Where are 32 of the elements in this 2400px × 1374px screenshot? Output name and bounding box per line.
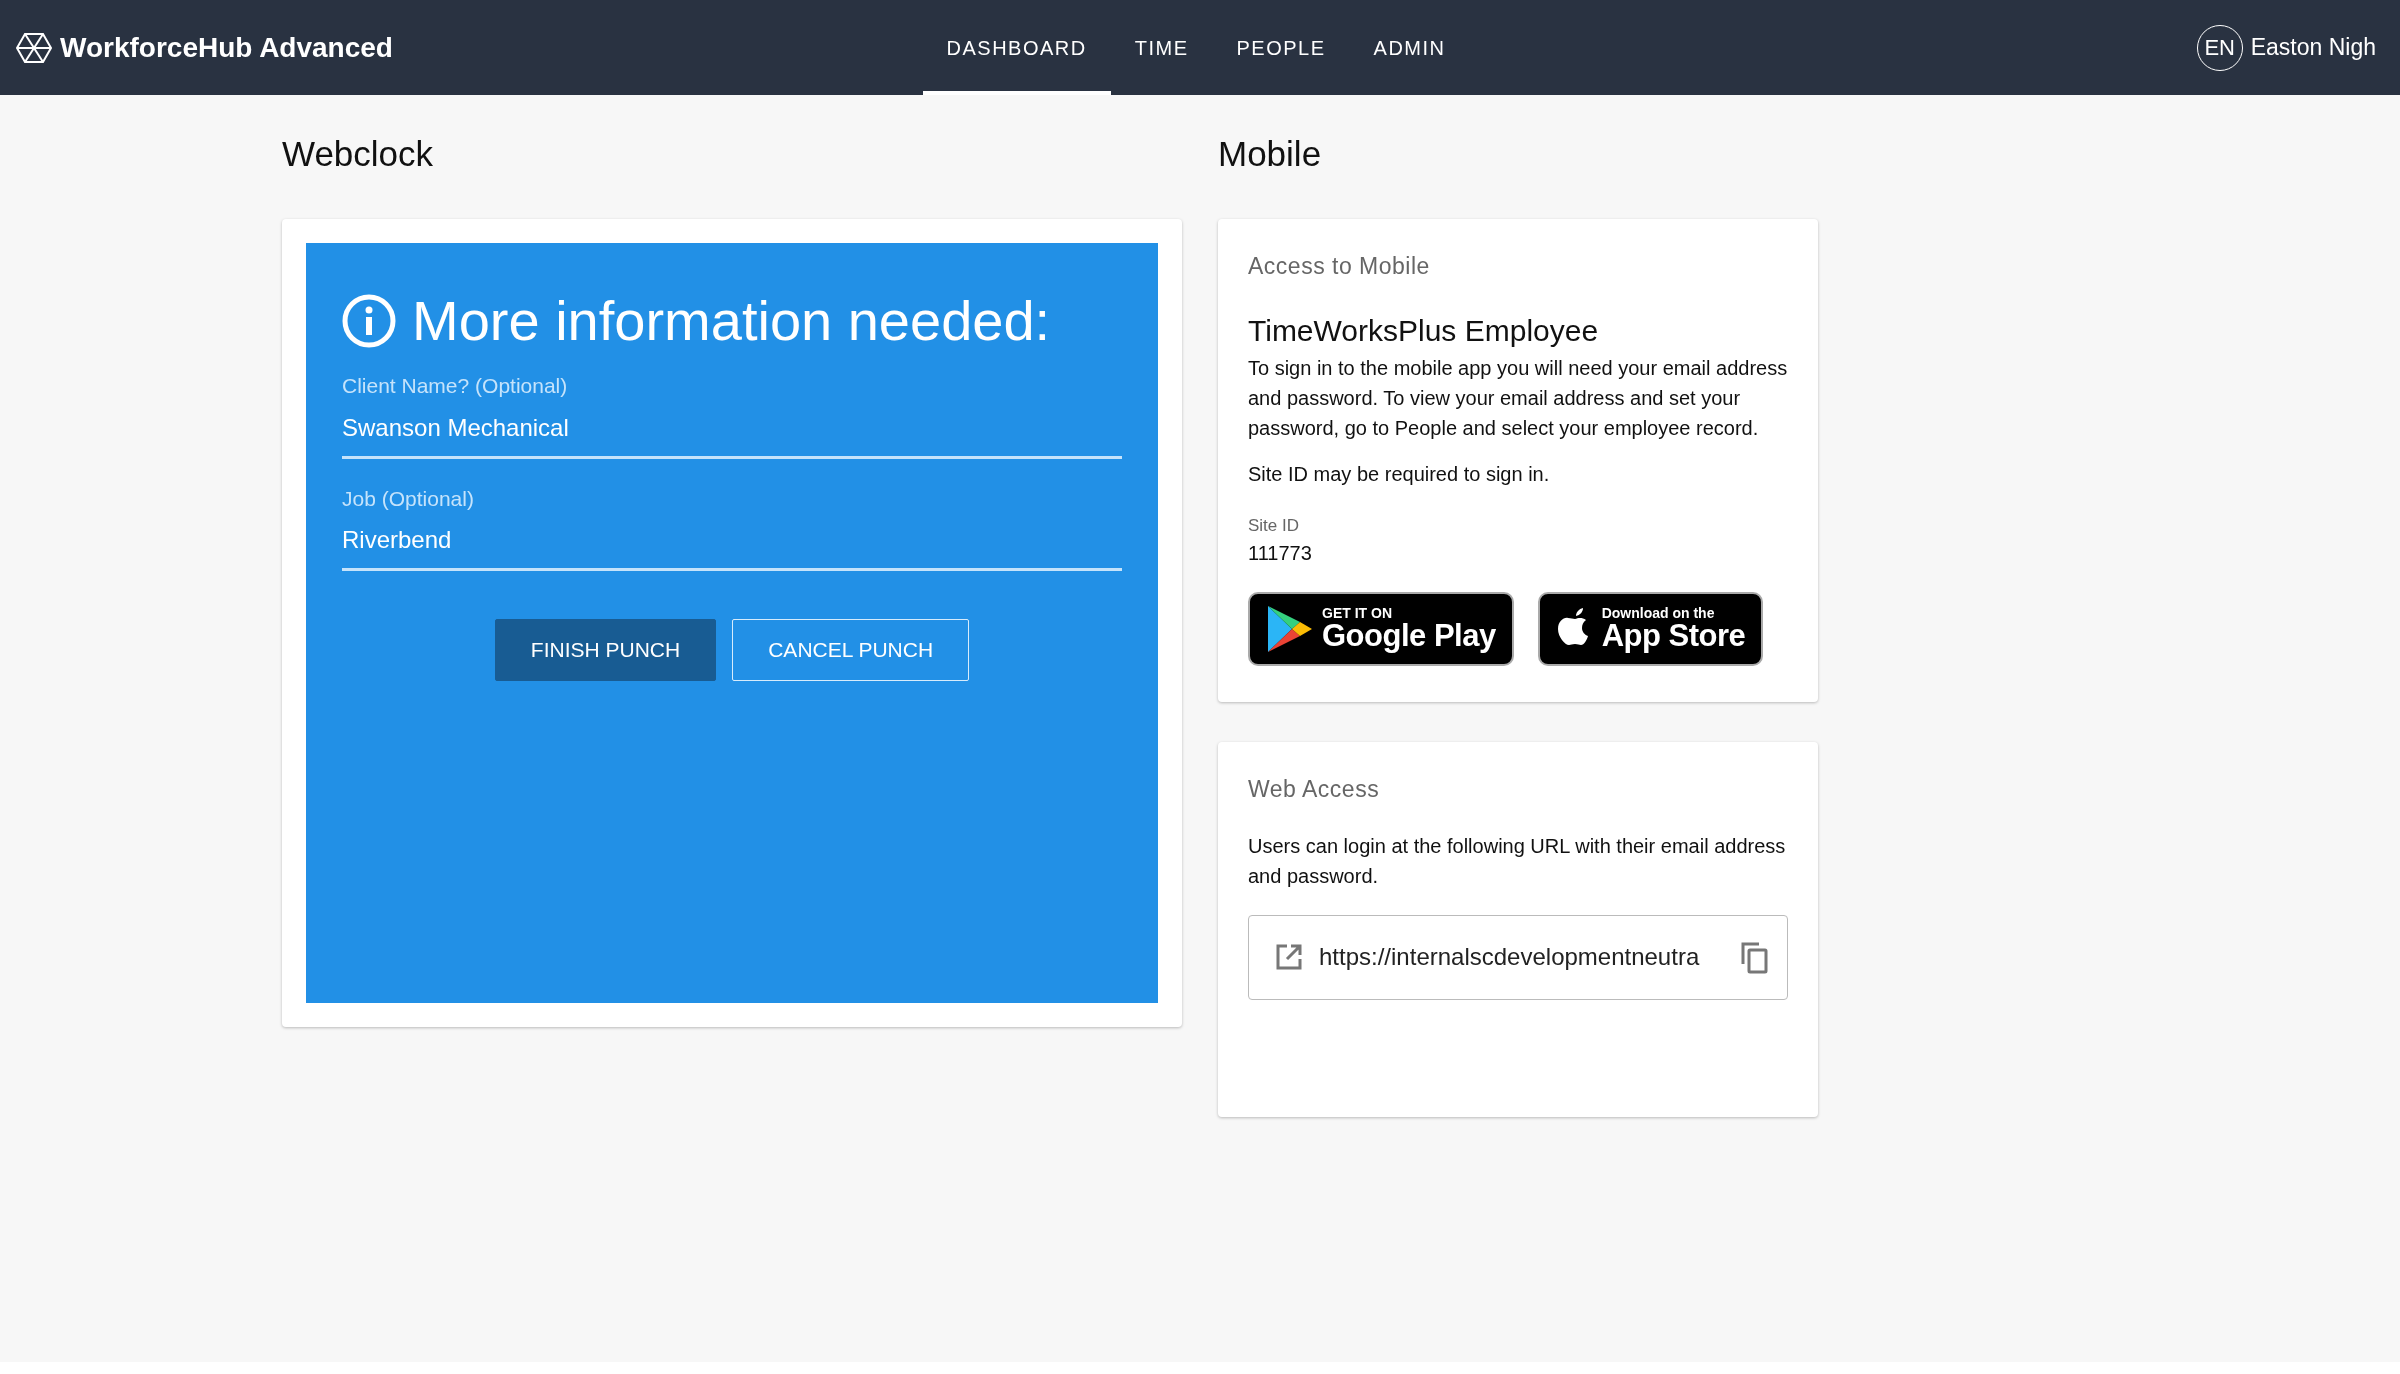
prompt-heading: More information needed:: [412, 288, 1051, 354]
description-text: Site ID may be required to sign in.: [1248, 461, 1551, 487]
app-title: WorkforceHub Advanced: [60, 30, 393, 65]
nav-tab[interactable]: ADMIN: [1349, 0, 1470, 95]
description-text: To sign in to the mobile app you will need your email address and password. To view your email address and set your password, go to People and select your employee record.: [1248, 355, 1788, 441]
badge-caption: Download on the: [1601, 605, 1715, 620]
store-badge[interactable]: Download on the App Store: [1537, 592, 1764, 666]
user-name[interactable]: Easton Nigh: [2250, 30, 2376, 65]
card-title: Web Access: [1248, 775, 1381, 804]
finish-button[interactable]: FINISH PUNCH: [494, 619, 717, 681]
field-label: Site ID: [1248, 514, 1301, 537]
nav-tab[interactable]: PEOPLE: [1212, 0, 1350, 95]
card-title: Access to Mobile: [1248, 252, 1431, 281]
store-badge[interactable]: GET IT ON Google Play: [1248, 592, 1514, 666]
url-field[interactable]: https://internalscdevelopmentneutra: [1248, 914, 1788, 1000]
section-title: Mobile: [1218, 133, 1323, 175]
field-label: Client Name? (Optional): [342, 373, 569, 400]
url-text: https://internalscdevelopmentneutra: [1319, 942, 1701, 972]
site-id-value: 111773: [1248, 541, 1313, 566]
badge-caption: GET IT ON: [1322, 605, 1392, 620]
info-icon: [342, 293, 396, 348]
field-label: Job (Optional): [342, 485, 475, 512]
description-text: Users can login at the following URL with their email address and password.: [1248, 833, 1787, 889]
store-name: App Store: [1601, 619, 1746, 653]
nav-tab[interactable]: TIME: [1110, 0, 1213, 95]
section-title: Webclock: [282, 133, 435, 175]
logo-icon: [16, 31, 52, 64]
copy-icon[interactable]: [1739, 940, 1769, 974]
app-name: TimeWorksPlus Employee: [1248, 312, 1600, 349]
play-icon: [1266, 604, 1314, 654]
store-name: Google Play: [1322, 619, 1496, 653]
external-link-icon[interactable]: [1275, 943, 1303, 971]
